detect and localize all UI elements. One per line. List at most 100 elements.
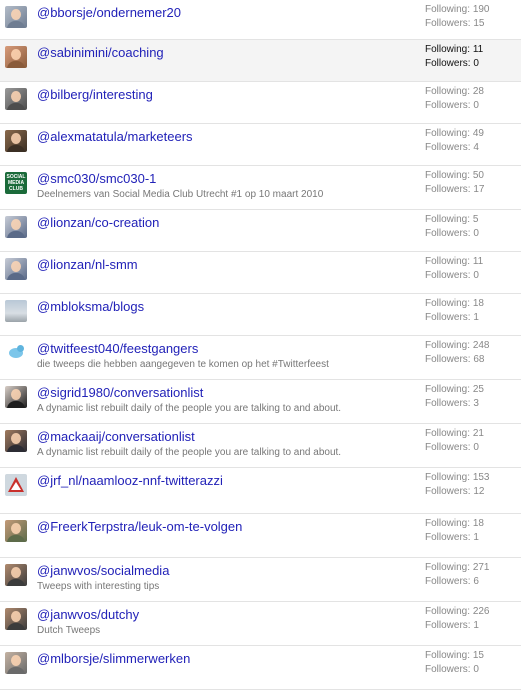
followers-stat: Followers: 0 xyxy=(425,227,479,241)
list-name-link[interactable]: @FreerkTerpstra/leuk-om-te-volgen xyxy=(37,519,242,535)
person-avatar[interactable] xyxy=(5,652,27,674)
following-stat-label: Following: xyxy=(425,44,471,55)
followers-stat-label: Followers: xyxy=(425,398,471,409)
list-name-link[interactable]: @lionzan/co-creation xyxy=(37,215,159,231)
list-name-link[interactable]: @mackaaij/conversationlist xyxy=(37,429,195,445)
list-description: A dynamic list rebuilt daily of the peop… xyxy=(37,403,342,414)
list-stats: Following: 15 Followers: 0 xyxy=(425,649,484,677)
list-name-link[interactable]: @sabinimini/coaching xyxy=(37,45,164,61)
following-stat-count: 11 xyxy=(472,256,484,267)
list-name-link[interactable]: @alexmatatula/marketeers xyxy=(37,129,193,145)
followers-stat-count: 1 xyxy=(473,532,479,543)
list-stats: Following: 248 Followers: 68 xyxy=(425,339,490,367)
following-stat-label: Following: xyxy=(425,214,471,225)
landscape-avatar[interactable] xyxy=(5,300,27,322)
list-row: @mlborsje/slimmerwerken Following: 15 Foll… xyxy=(0,646,521,690)
following-stat-count: 248 xyxy=(472,340,490,351)
following-stat: Following: 248 xyxy=(425,339,490,353)
followers-stat: Followers: 1 xyxy=(425,531,484,545)
following-stat-label: Following: xyxy=(425,650,471,661)
warning-sign-avatar[interactable] xyxy=(5,474,27,496)
followers-stat-count: 68 xyxy=(473,354,485,365)
list-name-link[interactable]: @twitfeest040/feestgangers xyxy=(37,341,198,357)
list-stats: Following: 50 Followers: 17 xyxy=(425,169,484,197)
person-avatar[interactable] xyxy=(5,6,27,28)
following-stat: Following: 28 xyxy=(425,85,484,99)
list-row: @lionzan/co-creation Following: 5 Follower… xyxy=(0,210,521,252)
followers-stat: Followers: 68 xyxy=(425,353,490,367)
person-avatar[interactable] xyxy=(5,564,27,586)
followers-stat: Followers: 3 xyxy=(425,397,484,411)
followers-stat-label: Followers: xyxy=(425,532,471,543)
bird-avatar[interactable] xyxy=(5,342,27,364)
following-stat-count: 18 xyxy=(472,298,484,309)
list-name-link[interactable]: @sigrid1980/conversationlist xyxy=(37,385,203,401)
list-name-link[interactable]: @jrf_nl/naamlooz-nnf-twitterazzi xyxy=(37,473,223,489)
following-stat: Following: 50 xyxy=(425,169,484,183)
following-stat-label: Following: xyxy=(425,340,471,351)
person-avatar[interactable] xyxy=(5,130,27,152)
following-stat: Following: 226 xyxy=(425,605,490,619)
list-description: die tweeps die hebben aangegeven te kome… xyxy=(37,359,329,370)
list-name-link[interactable]: @janwvos/socialmedia xyxy=(37,563,169,579)
following-stat: Following: 15 xyxy=(425,649,484,663)
following-stat: Following: 25 xyxy=(425,383,484,397)
followers-stat-label: Followers: xyxy=(425,442,471,453)
following-stat: Following: 18 xyxy=(425,297,484,311)
following-stat-label: Following: xyxy=(425,562,471,573)
list-row: @twitfeest040/feestgangers die tweeps die… xyxy=(0,336,521,380)
list-name-link[interactable]: @lionzan/nl-smm xyxy=(37,257,138,273)
list-row: @jrf_nl/naamlooz-nnf-twitterazzi Followin… xyxy=(0,468,521,514)
following-stat-count: 11 xyxy=(472,44,484,55)
followers-stat-count: 6 xyxy=(473,576,479,587)
followers-stat-count: 3 xyxy=(473,398,479,409)
following-stat: Following: 271 xyxy=(425,561,490,575)
followers-stat: Followers: 4 xyxy=(425,141,484,155)
following-stat-label: Following: xyxy=(425,606,471,617)
following-stat: Following: 11 xyxy=(425,43,483,57)
following-stat-label: Following: xyxy=(425,384,471,395)
person-avatar[interactable] xyxy=(5,608,27,630)
list-name-link[interactable]: @smc030/smc030-1 xyxy=(37,171,156,187)
list-name-link[interactable]: @janwvos/dutchy xyxy=(37,607,139,623)
person-avatar[interactable] xyxy=(5,258,27,280)
followers-stat: Followers: 0 xyxy=(425,663,484,677)
person-avatar[interactable] xyxy=(5,46,27,68)
list-stats: Following: 190 Followers: 15 xyxy=(425,3,490,31)
following-stat: Following: 49 xyxy=(425,127,484,141)
followers-stat-label: Followers: xyxy=(425,620,471,631)
followers-stat-count: 4 xyxy=(473,142,479,153)
following-stat-count: 18 xyxy=(472,518,484,529)
followers-stat-count: 0 xyxy=(473,270,479,281)
list-stats: Following: 49 Followers: 4 xyxy=(425,127,484,155)
social-media-club-logo[interactable]: SOCIAL MEDIA CLUB xyxy=(5,172,27,194)
following-stat-label: Following: xyxy=(425,170,471,181)
person-avatar[interactable] xyxy=(5,216,27,238)
followers-stat-count: 15 xyxy=(473,18,485,29)
list-stats: Following: 18 Followers: 1 xyxy=(425,517,484,545)
person-avatar[interactable] xyxy=(5,88,27,110)
following-stat-count: 15 xyxy=(472,650,484,661)
list-name-link[interactable]: @mbloksma/blogs xyxy=(37,299,144,315)
list-description: Tweeps with interesting tips xyxy=(37,581,160,592)
person-avatar[interactable] xyxy=(5,520,27,542)
followers-stat-label: Followers: xyxy=(425,100,471,111)
followers-stat-count: 0 xyxy=(473,100,479,111)
followers-stat-label: Followers: xyxy=(425,664,471,675)
following-stat-label: Following: xyxy=(425,4,471,15)
following-stat: Following: 5 xyxy=(425,213,479,227)
following-stat-label: Following: xyxy=(425,518,471,529)
list-name-link[interactable]: @mlborsje/slimmerwerken xyxy=(37,651,190,667)
following-stat-label: Following: xyxy=(425,86,471,97)
list-name-link[interactable]: @bilberg/interesting xyxy=(37,87,153,103)
following-stat-label: Following: xyxy=(425,256,471,267)
list-row: @bilberg/interesting Following: 28 Followe… xyxy=(0,82,521,124)
person-avatar[interactable] xyxy=(5,430,27,452)
followers-stat: Followers: 12 xyxy=(425,485,490,499)
list-name-link[interactable]: @bborsje/ondernemer20 xyxy=(37,5,181,21)
followers-stat-count: 0 xyxy=(473,442,479,453)
following-stat: Following: 190 xyxy=(425,3,490,17)
followers-stat-label: Followers: xyxy=(425,18,471,29)
person-avatar[interactable] xyxy=(5,386,27,408)
list-stats: Following: 25 Followers: 3 xyxy=(425,383,484,411)
